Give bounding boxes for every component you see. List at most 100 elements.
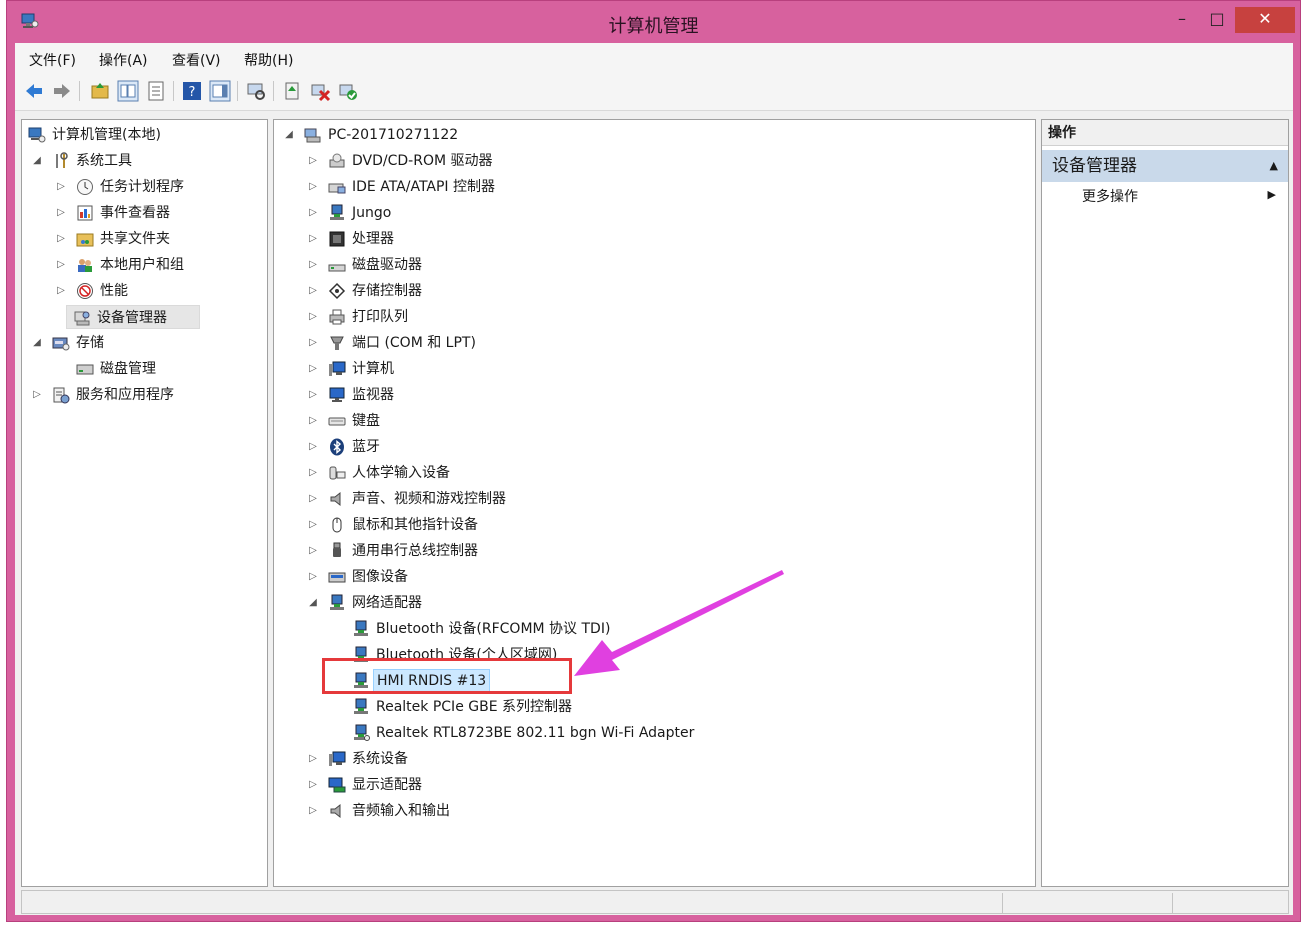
device-category-audio-io[interactable]: ▷ 音频输入和输出	[304, 799, 604, 823]
action-pane-icon[interactable]	[209, 80, 231, 102]
properties-list-icon[interactable]	[145, 80, 167, 102]
expand-arrow-icon[interactable]: ▷	[308, 409, 318, 433]
collapse-arrow-icon[interactable]: ◢	[284, 123, 294, 147]
navigation-tree: 计算机管理(本地) ◢ 系统工具 ▷ 任务计划程序 ▷ 事件查看器 ▷ 共享文件…	[21, 119, 268, 887]
menu-view[interactable]: 查看(V)	[172, 50, 221, 70]
expand-arrow-icon[interactable]: ▷	[308, 149, 318, 173]
device-category-system-devices[interactable]: ▷ 系统设备	[304, 747, 604, 771]
expand-arrow-icon[interactable]: ▷	[56, 175, 66, 199]
disk-icon	[76, 364, 94, 375]
device-category-ports[interactable]: ▷ 端口 (COM 和 LPT)	[304, 331, 604, 355]
device-category-processor[interactable]: ▷ 处理器	[304, 227, 604, 251]
device-category-hid[interactable]: ▷ 人体学输入设备	[304, 461, 604, 485]
users-icon	[78, 259, 92, 272]
expand-arrow-icon[interactable]: ▷	[56, 201, 66, 225]
expand-arrow-icon[interactable]: ▷	[308, 279, 318, 303]
expand-arrow-icon[interactable]: ▷	[308, 227, 318, 251]
tree-item-disk-management[interactable]: 磁盘管理	[26, 357, 266, 381]
event-viewer-icon	[77, 205, 93, 221]
tree-item-services-apps[interactable]: ▷ 服务和应用程序	[26, 383, 266, 407]
expand-arrow-icon[interactable]: ▷	[56, 227, 66, 251]
collapse-arrow-icon[interactable]: ◢	[32, 149, 42, 173]
expand-arrow-icon[interactable]: ▷	[308, 773, 318, 797]
tree-item-task-scheduler[interactable]: ▷ 任务计划程序	[26, 175, 266, 199]
expand-arrow-icon[interactable]: ▷	[56, 253, 66, 277]
expand-arrow-icon[interactable]: ▷	[308, 357, 318, 381]
collapse-arrow-icon[interactable]: ◢	[32, 331, 42, 355]
device-category-monitors[interactable]: ▷ 监视器	[304, 383, 604, 407]
device-category-jungo[interactable]: ▷ Jungo	[304, 201, 604, 225]
device-category-computer[interactable]: ▷ 计算机	[304, 357, 604, 381]
expand-arrow-icon[interactable]: ▷	[308, 539, 318, 563]
tree-item-device-manager[interactable]: 设备管理器	[66, 305, 200, 329]
device-category-imaging[interactable]: ▷ 图像设备	[304, 565, 604, 589]
device-category-print-queues[interactable]: ▷ 打印队列	[304, 305, 604, 329]
device-category-usb[interactable]: ▷ 通用串行总线控制器	[304, 539, 604, 563]
expand-arrow-icon[interactable]: ▷	[308, 799, 318, 823]
minimize-button[interactable]: –	[1167, 7, 1197, 33]
network-device-realtek-wifi[interactable]: Realtek RTL8723BE 802.11 bgn Wi-Fi Adapt…	[352, 721, 752, 745]
close-button[interactable]: ✕	[1235, 7, 1295, 33]
device-category-keyboards[interactable]: ▷ 键盘	[304, 409, 604, 433]
scan-hardware-icon[interactable]	[245, 80, 267, 102]
expand-arrow-icon[interactable]: ▷	[308, 331, 318, 355]
tree-item-event-viewer[interactable]: ▷ 事件查看器	[26, 201, 266, 225]
submenu-arrow-icon[interactable]: ▶	[1268, 188, 1276, 201]
show-tree-icon[interactable]	[117, 80, 139, 102]
collapse-arrow-icon[interactable]: ◢	[308, 591, 318, 615]
device-category-sound[interactable]: ▷ 声音、视频和游戏控制器	[304, 487, 604, 511]
device-category-network-adapters[interactable]: ◢ 网络适配器	[304, 591, 604, 615]
expand-arrow-icon[interactable]: ▷	[308, 747, 318, 771]
maximize-button[interactable]: □	[1202, 7, 1232, 33]
window-frame: 计算机管理 – □ ✕ 文件(F) 操作(A) 查看(V) 帮助(H) ? 计算…	[6, 0, 1301, 922]
expand-arrow-icon[interactable]: ▷	[32, 383, 42, 407]
tree-item-local-users[interactable]: ▷ 本地用户和组	[26, 253, 266, 277]
tree-item-system-tools[interactable]: ◢ 系统工具	[26, 149, 266, 173]
expand-arrow-icon[interactable]: ▷	[308, 487, 318, 511]
device-category-display-adapters[interactable]: ▷ 显示适配器	[304, 773, 604, 797]
expand-arrow-icon[interactable]: ▷	[308, 461, 318, 485]
device-category-storage-controllers[interactable]: ▷ 存储控制器	[304, 279, 604, 303]
more-actions-link[interactable]: 更多操作	[1082, 186, 1138, 206]
device-category-ide[interactable]: ▷ IDE ATA/ATAPI 控制器	[304, 175, 604, 199]
network-device-bluetooth-rfcomm[interactable]: Bluetooth 设备(RFCOMM 协议 TDI)	[352, 617, 672, 641]
tree-item-performance[interactable]: ▷ 性能	[26, 279, 266, 303]
tree-item-storage[interactable]: ◢ 存储	[26, 331, 266, 355]
uninstall-device-icon[interactable]	[309, 80, 331, 102]
computer-icon	[304, 128, 321, 143]
enable-device-icon[interactable]	[337, 80, 359, 102]
actions-section-device-manager[interactable]: 设备管理器 ▲	[1042, 150, 1288, 182]
help-icon[interactable]: ?	[181, 80, 203, 102]
device-category-disk-drives[interactable]: ▷ 磁盘驱动器	[304, 253, 604, 277]
expand-arrow-icon[interactable]: ▷	[308, 435, 318, 459]
menu-file[interactable]: 文件(F)	[29, 50, 76, 70]
tree-item-shared-folders[interactable]: ▷ 共享文件夹	[26, 227, 266, 251]
device-category-bluetooth[interactable]: ▷ 蓝牙	[304, 435, 604, 459]
expand-arrow-icon[interactable]: ▷	[308, 383, 318, 407]
title-bar[interactable]: 计算机管理 – □ ✕	[7, 1, 1300, 43]
expand-arrow-icon[interactable]: ▷	[308, 253, 318, 277]
expand-arrow-icon[interactable]: ▷	[308, 201, 318, 225]
menu-action[interactable]: 操作(A)	[99, 50, 148, 70]
toolbar: ?	[15, 73, 1293, 111]
network-device-realtek-pcie[interactable]: Realtek PCIe GBE 系列控制器	[352, 695, 672, 719]
computer-management-icon	[28, 127, 46, 143]
device-tree-root[interactable]: ◢ PC-201710271122	[278, 123, 578, 147]
expand-arrow-icon[interactable]: ▷	[308, 305, 318, 329]
device-category-dvd[interactable]: ▷ DVD/CD-ROM 驱动器	[304, 149, 604, 173]
expand-arrow-icon[interactable]: ▷	[308, 175, 318, 199]
expand-arrow-icon[interactable]: ▷	[56, 279, 66, 303]
device-category-mice[interactable]: ▷ 鼠标和其他指针设备	[304, 513, 604, 537]
up-folder-icon[interactable]	[89, 80, 111, 102]
expand-arrow-icon[interactable]: ▷	[308, 565, 318, 589]
back-icon[interactable]	[23, 80, 45, 102]
clock-icon	[77, 179, 93, 195]
keyboard-icon	[328, 417, 346, 426]
update-driver-icon[interactable]	[281, 80, 303, 102]
speaker-icon	[330, 803, 341, 819]
collapse-caret-icon[interactable]: ▲	[1270, 150, 1278, 182]
forward-icon[interactable]	[51, 80, 73, 102]
menu-help[interactable]: 帮助(H)	[244, 50, 293, 70]
tree-item-computer-management[interactable]: 计算机管理(本地)	[26, 123, 266, 147]
expand-arrow-icon[interactable]: ▷	[308, 513, 318, 537]
